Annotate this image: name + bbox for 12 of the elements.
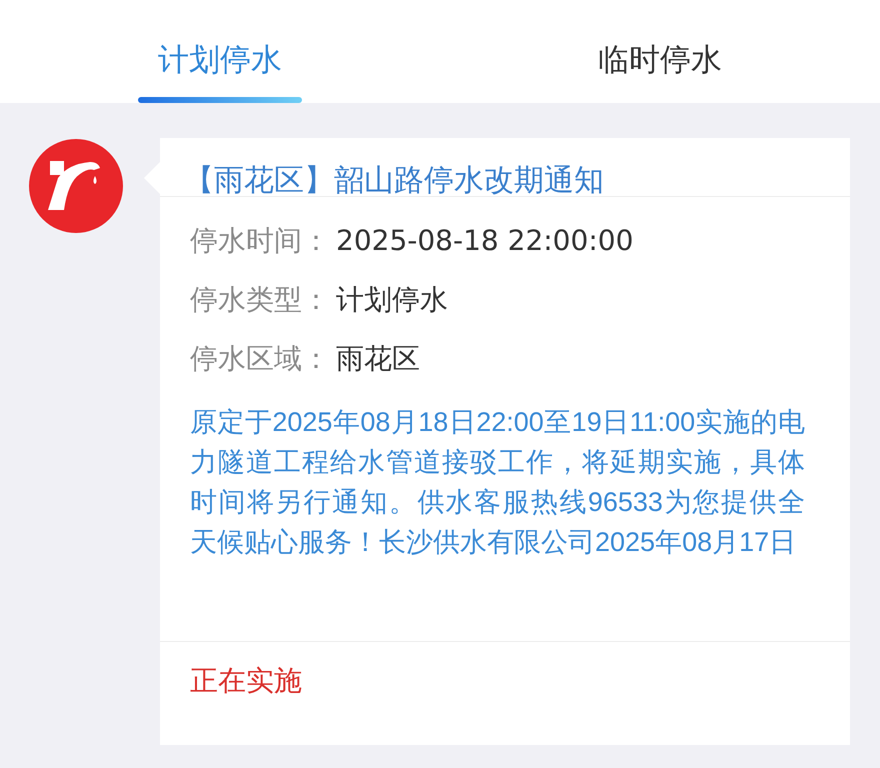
field-label: 停水类型： [190, 283, 330, 316]
field-value: 2025-08-18 22:00:00 [336, 224, 634, 257]
field-value: 雨花区 [336, 342, 420, 375]
faucet-logo-icon [28, 138, 124, 234]
tab[interactable]: 计划停水 [148, 9, 292, 97]
field-label: 停水区域： [190, 342, 330, 375]
notice-title: 【雨花区】韶山路停水改期通知 [183, 162, 605, 196]
tab[interactable]: 临时停水 [588, 9, 732, 97]
field-value: 计划停水 [336, 283, 448, 316]
field-label: 停水时间： [190, 224, 330, 257]
notice-description: 原定于2025年08月18日22:00至19日11:00实施的电力隧道工程给水管道接驳工作，将延期实施，具体时间将另行通知。供水客服热线96533为您提供全天候贴心服务！长沙供水有限公司2025年08月17日 [190, 406, 805, 559]
status-text: 正在实施 [189, 663, 303, 699]
